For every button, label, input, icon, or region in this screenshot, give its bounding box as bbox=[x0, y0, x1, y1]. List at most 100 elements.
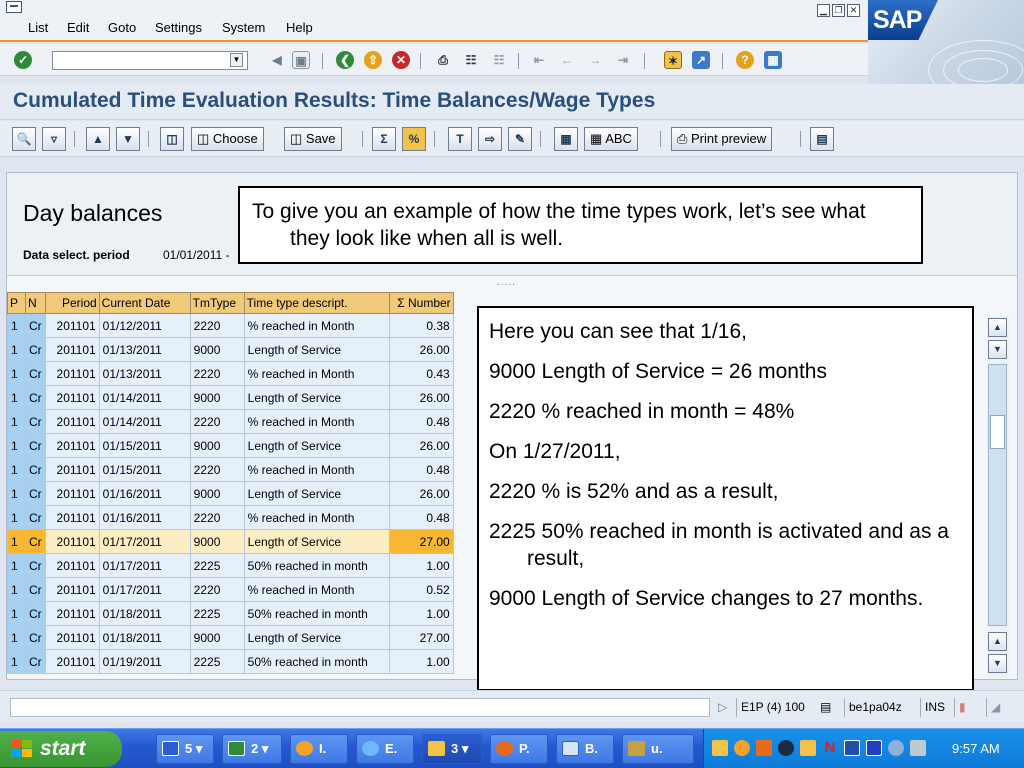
cell-current-date[interactable]: 01/17/2011 bbox=[98, 577, 191, 602]
cell-period[interactable]: 201101 bbox=[44, 529, 100, 554]
taskbar-sap-logon[interactable]: B. bbox=[556, 734, 614, 764]
col-header-n[interactable]: N bbox=[25, 292, 46, 314]
menu-help[interactable]: Help bbox=[286, 20, 313, 35]
table-row[interactable]: 1 Cr 201101 01/18/2011 2225 50% reached in mo… bbox=[7, 601, 454, 626]
cell-tmtype[interactable]: 2220 bbox=[189, 457, 245, 482]
cell-period[interactable]: 201101 bbox=[44, 385, 100, 410]
vertical-scrollbar[interactable]: ▲ ▼ ▲ ▼ bbox=[987, 316, 1009, 678]
col-header-current-date[interactable]: Current Date bbox=[98, 292, 191, 314]
cell-n[interactable]: Cr bbox=[25, 313, 46, 338]
cell-n[interactable]: Cr bbox=[25, 385, 46, 410]
change-layout-icon[interactable]: ✎ bbox=[508, 127, 532, 151]
menu-system[interactable]: System bbox=[222, 20, 265, 35]
volume-icon[interactable] bbox=[888, 740, 904, 756]
cell-description[interactable]: Length of Service bbox=[243, 337, 390, 362]
cell-p[interactable]: 1 bbox=[7, 577, 26, 602]
save-icon[interactable]: ▣ bbox=[292, 51, 310, 69]
tray-tag-icon[interactable] bbox=[800, 740, 816, 756]
col-header-period[interactable]: Period bbox=[44, 292, 100, 314]
cell-current-date[interactable]: 01/17/2011 bbox=[98, 529, 191, 554]
input-mode[interactable]: INS bbox=[920, 698, 949, 717]
cell-number[interactable]: 0.48 bbox=[388, 457, 454, 482]
cell-description[interactable]: Length of Service bbox=[243, 529, 390, 554]
restore-icon[interactable]: ❐ bbox=[832, 4, 845, 17]
cell-n[interactable]: Cr bbox=[25, 649, 46, 674]
cell-number[interactable]: 0.48 bbox=[388, 505, 454, 530]
col-header-number[interactable]: Σ Number bbox=[388, 292, 454, 314]
print-preview-button[interactable]: ⎙ Print preview bbox=[671, 127, 773, 151]
cell-tmtype[interactable]: 2225 bbox=[189, 649, 245, 674]
cell-current-date[interactable]: 01/16/2011 bbox=[98, 505, 191, 530]
find-next-icon[interactable]: ☷ bbox=[490, 51, 508, 69]
shortcut-icon[interactable]: ↗ bbox=[692, 51, 710, 69]
abc-analysis-button[interactable]: ▦ ABC bbox=[584, 127, 638, 151]
cell-n[interactable]: Cr bbox=[25, 601, 46, 626]
cell-period[interactable]: 201101 bbox=[44, 553, 100, 578]
table-row[interactable]: 1 Cr 201101 01/17/2011 9000 Length of Service… bbox=[7, 529, 454, 554]
cell-period[interactable]: 201101 bbox=[44, 649, 100, 674]
cell-tmtype[interactable]: 2220 bbox=[189, 409, 245, 434]
cell-description[interactable]: 50% reached in month bbox=[243, 553, 390, 578]
cell-description[interactable]: 50% reached in month bbox=[243, 601, 390, 626]
cell-current-date[interactable]: 01/16/2011 bbox=[98, 481, 191, 506]
table-row[interactable]: 1 Cr 201101 01/13/2011 9000 Length of Service… bbox=[7, 337, 454, 362]
cell-current-date[interactable]: 01/14/2011 bbox=[98, 409, 191, 434]
table-row[interactable]: 1 Cr 201101 01/14/2011 9000 Length of Service… bbox=[7, 385, 454, 410]
cell-period[interactable]: 201101 bbox=[44, 433, 100, 458]
cell-p[interactable]: 1 bbox=[7, 409, 26, 434]
taskbar-clock-app[interactable]: I. bbox=[290, 734, 348, 764]
cell-n[interactable]: Cr bbox=[25, 481, 46, 506]
cell-n[interactable]: Cr bbox=[25, 409, 46, 434]
cell-p[interactable]: 1 bbox=[7, 385, 26, 410]
cell-n[interactable]: Cr bbox=[25, 529, 46, 554]
cell-number[interactable]: 26.00 bbox=[388, 385, 454, 410]
splitter-handle[interactable]: ..... bbox=[497, 277, 516, 288]
command-history-icon[interactable]: ▼ bbox=[230, 53, 243, 67]
help-icon[interactable]: ? bbox=[736, 51, 754, 69]
cell-n[interactable]: Cr bbox=[25, 553, 46, 578]
cell-number[interactable]: 0.52 bbox=[388, 577, 454, 602]
cell-p[interactable]: 1 bbox=[7, 457, 26, 482]
print-icon[interactable]: ⎙ bbox=[434, 51, 452, 69]
save-layout-button[interactable]: ◫ Save bbox=[284, 127, 342, 151]
cell-period[interactable]: 201101 bbox=[44, 577, 100, 602]
green-back-icon[interactable]: ❮ bbox=[336, 51, 354, 69]
cell-current-date[interactable]: 01/18/2011 bbox=[98, 601, 191, 626]
col-header-description[interactable]: Time type descript. bbox=[243, 292, 390, 314]
cell-number[interactable]: 1.00 bbox=[388, 601, 454, 626]
cell-description[interactable]: % reached in Month bbox=[243, 409, 390, 434]
cell-p[interactable]: 1 bbox=[7, 601, 26, 626]
cell-description[interactable]: % reached in Month bbox=[243, 457, 390, 482]
mail-icon[interactable] bbox=[712, 740, 728, 756]
cell-p[interactable]: 1 bbox=[7, 625, 26, 650]
sort-descending-icon[interactable]: ▼ bbox=[116, 127, 140, 151]
cell-n[interactable]: Cr bbox=[25, 625, 46, 650]
app-menu-icon[interactable] bbox=[6, 1, 22, 13]
cell-current-date[interactable]: 01/14/2011 bbox=[98, 385, 191, 410]
cell-description[interactable]: % reached in Month bbox=[243, 361, 390, 386]
cell-tmtype[interactable]: 2220 bbox=[189, 313, 245, 338]
cell-n[interactable]: Cr bbox=[25, 337, 46, 362]
table-row[interactable]: 1 Cr 201101 01/19/2011 2225 50% reached in mo… bbox=[7, 649, 454, 674]
graphic-icon[interactable]: ▤ bbox=[810, 127, 834, 151]
cell-number[interactable]: 0.48 bbox=[388, 409, 454, 434]
tray-n-icon[interactable]: N bbox=[822, 740, 838, 756]
cell-n[interactable]: Cr bbox=[25, 361, 46, 386]
tray-clock-icon[interactable] bbox=[734, 740, 750, 756]
table-row[interactable]: 1 Cr 201101 01/12/2011 2220% reached in Mont… bbox=[7, 313, 454, 338]
cell-p[interactable]: 1 bbox=[7, 505, 26, 530]
cell-p[interactable]: 1 bbox=[7, 481, 26, 506]
cell-p[interactable]: 1 bbox=[7, 313, 26, 338]
enter-icon[interactable]: ✓ bbox=[14, 51, 32, 69]
exit-icon[interactable]: ⇧ bbox=[364, 51, 382, 69]
cell-n[interactable]: Cr bbox=[25, 433, 46, 458]
cell-current-date[interactable]: 01/12/2011 bbox=[98, 313, 191, 338]
cell-number[interactable]: 26.00 bbox=[388, 433, 454, 458]
cell-tmtype[interactable]: 2220 bbox=[189, 577, 245, 602]
cell-number[interactable]: 0.38 bbox=[388, 313, 454, 338]
cell-description[interactable]: 50% reached in month bbox=[243, 649, 390, 674]
start-button[interactable]: start bbox=[0, 731, 122, 767]
command-field[interactable] bbox=[52, 51, 248, 70]
first-page-icon[interactable]: ⇤ bbox=[530, 51, 548, 69]
taskbar-word-group[interactable]: 5 ▾ bbox=[156, 734, 214, 764]
